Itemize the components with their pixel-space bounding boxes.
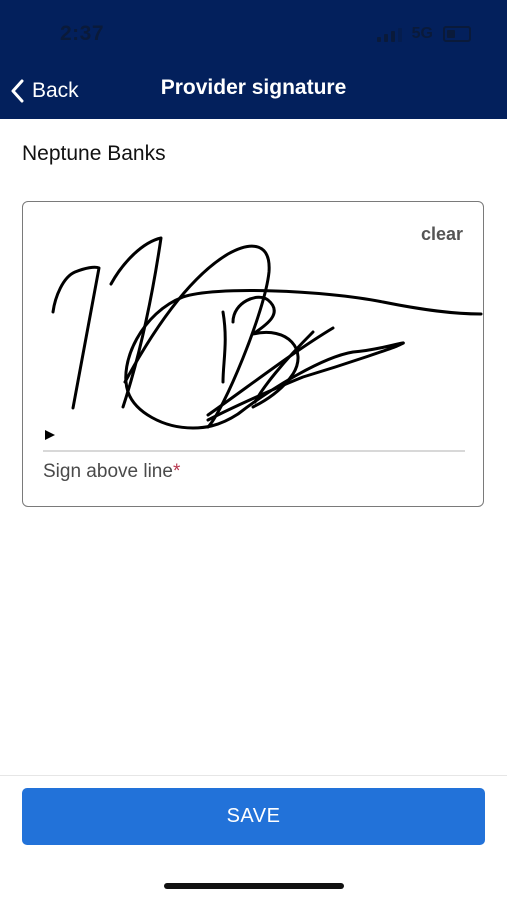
page-title: Provider signature [160, 76, 347, 99]
signature-line [43, 450, 465, 452]
signature-drawing [51, 236, 483, 430]
required-asterisk: * [172, 461, 181, 482]
status-indicators: 5G [376, 24, 471, 44]
signature-instruction-text: Sign above line [43, 461, 173, 482]
app-header: 2:37 5G Back Provider signature [0, 0, 507, 119]
play-icon [45, 430, 55, 440]
provider-name: Neptune Banks [22, 142, 166, 165]
clear-button[interactable]: clear [421, 224, 463, 245]
battery-icon [443, 26, 471, 42]
save-button[interactable]: SAVE [22, 788, 485, 845]
status-time: 2:37 [60, 22, 105, 45]
footer-divider [0, 775, 507, 776]
network-label: 5G [411, 25, 433, 42]
signal-icon [376, 26, 402, 42]
signature-pad[interactable]: clear Sign above line* [22, 201, 484, 507]
home-indicator[interactable] [164, 883, 344, 889]
signature-instruction: Sign above line* [43, 461, 180, 483]
